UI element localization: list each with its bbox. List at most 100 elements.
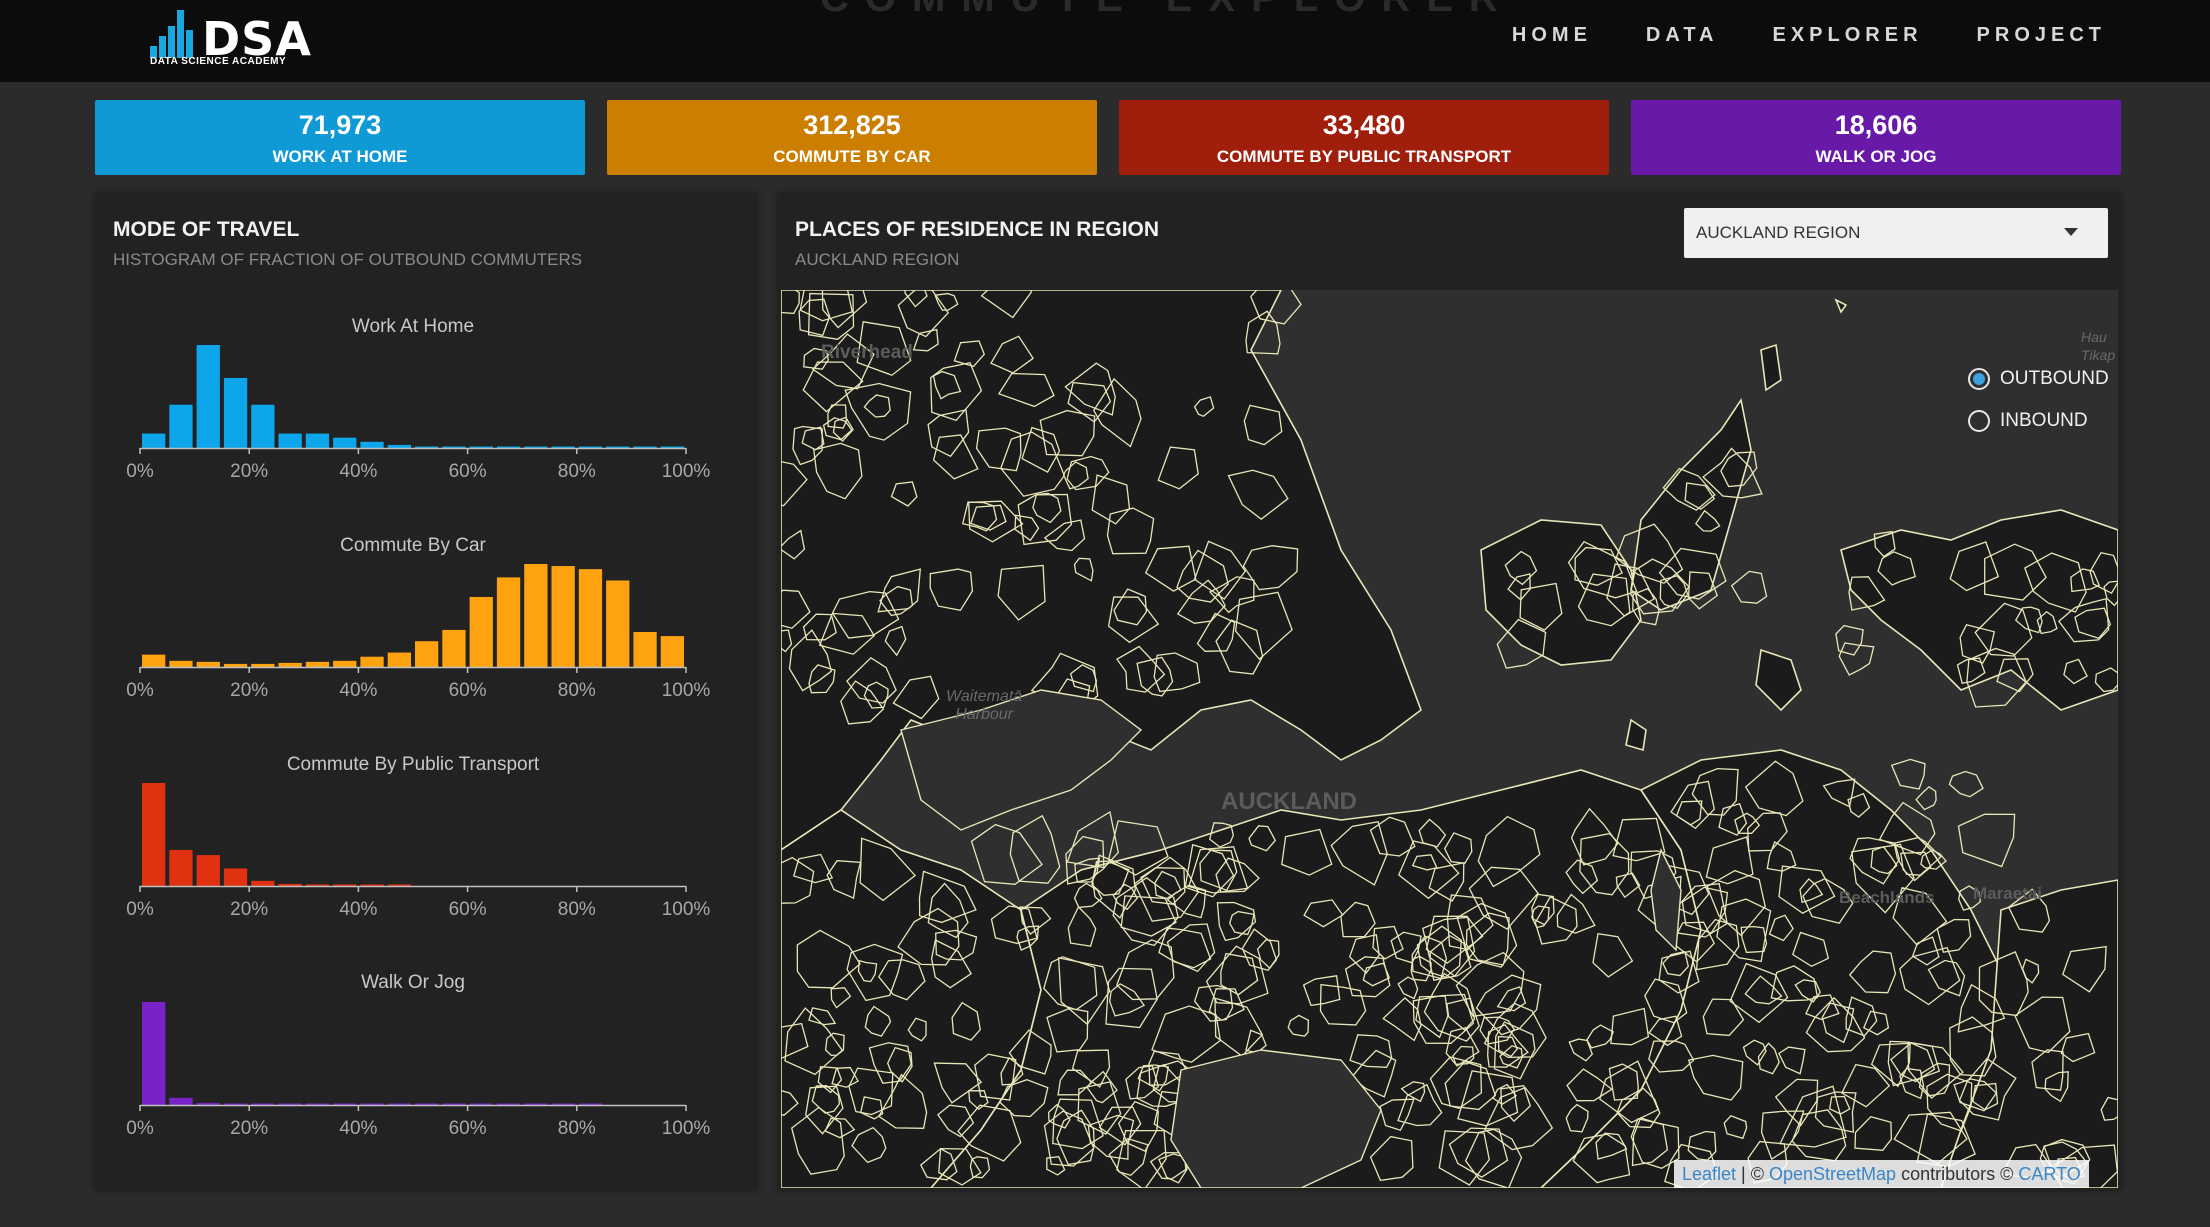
histogram-bar[interactable] <box>142 654 166 667</box>
x-tick-label: 0% <box>126 680 154 701</box>
histogram-bar[interactable] <box>196 345 220 448</box>
histogram-title: Walk Or Jog <box>361 972 465 993</box>
chevron-down-icon <box>2064 228 2078 236</box>
map-panel-subtitle: AUCKLAND REGION <box>795 250 960 269</box>
histogram-bar[interactable] <box>196 1102 220 1105</box>
suburb-polygon[interactable] <box>1838 642 1875 676</box>
histogram-bar[interactable] <box>660 636 684 667</box>
histogram-bar[interactable] <box>333 660 357 667</box>
x-tick-label: 20% <box>230 461 268 482</box>
suburb-polygon[interactable] <box>1890 758 1926 790</box>
histogram-bar[interactable] <box>169 1097 193 1105</box>
histogram-bar[interactable] <box>333 437 357 448</box>
region-select[interactable]: AUCKLAND REGION <box>1684 208 2108 258</box>
histogram-bar[interactable] <box>496 577 521 667</box>
histogram-bar[interactable] <box>360 656 384 667</box>
histogram-bar[interactable] <box>169 660 193 667</box>
histogram-bar[interactable] <box>415 641 439 667</box>
histogram-bar[interactable] <box>223 377 248 448</box>
region-select-value: AUCKLAND REGION <box>1696 223 1861 242</box>
small-island-3 <box>1760 343 1782 392</box>
map-label-auckland: AUCKLAND <box>1221 788 1357 815</box>
histogram-bar[interactable] <box>251 880 275 886</box>
histogram-bar[interactable] <box>278 433 302 448</box>
suburb-polygon[interactable] <box>1948 770 1984 798</box>
x-tick-label: 0% <box>126 461 154 482</box>
histogram-bar[interactable] <box>223 868 248 886</box>
region-map[interactable]: Riverhead Waitematā Harbour AUCKLAND Bea… <box>781 290 2118 1188</box>
leaflet-link[interactable]: Leaflet <box>1682 1164 1736 1185</box>
harbour-line-1: Waitematā <box>946 688 1023 705</box>
x-tick-label: 0% <box>126 1118 154 1139</box>
histogram-bar[interactable] <box>606 580 630 667</box>
histogram-bar[interactable] <box>305 661 330 667</box>
histogram-bar[interactable] <box>524 564 548 667</box>
x-tick-label: 100% <box>662 680 711 701</box>
radio-inbound[interactable]: INBOUND <box>1968 400 2109 442</box>
x-tick-label: 20% <box>230 899 268 920</box>
suburb-polygon[interactable] <box>1915 785 1937 811</box>
harbour-line-2: Harbour <box>955 706 1013 723</box>
histogram-bar[interactable] <box>142 1002 166 1105</box>
suburb-polygon[interactable] <box>970 823 1043 885</box>
histogram-bar[interactable] <box>251 404 275 448</box>
map-label-hau-text: Hau <box>2081 329 2107 345</box>
x-tick-label: 20% <box>230 1118 268 1139</box>
radio-inbound-label: INBOUND <box>2000 410 2088 431</box>
histogram-title: Work At Home <box>352 316 474 337</box>
radio-outbound[interactable]: OUTBOUND <box>1968 358 2109 400</box>
histogram-bar[interactable] <box>387 444 411 448</box>
carto-link[interactable]: CARTO <box>2018 1164 2080 1185</box>
radio-unchecked-icon <box>1968 410 1990 432</box>
direction-radio-group: OUTBOUND INBOUND <box>1968 358 2109 442</box>
small-island-2 <box>1625 718 1647 752</box>
map-attribution: Leaflet | © OpenStreetMap contributors ©… <box>1674 1160 2089 1188</box>
map-label-maraetai: Maraetai <box>1973 884 2042 903</box>
x-tick-label: 40% <box>339 680 377 701</box>
histogram-bar[interactable] <box>305 433 330 448</box>
histogram-bar[interactable] <box>142 783 166 886</box>
x-tick-label: 20% <box>230 680 268 701</box>
x-tick-label: 60% <box>449 899 487 920</box>
histogram-bar[interactable] <box>169 404 193 448</box>
histogram-bar[interactable] <box>387 652 411 667</box>
x-tick-label: 80% <box>558 899 596 920</box>
histogram-bar[interactable] <box>196 661 220 667</box>
histogram-bar[interactable] <box>578 569 603 667</box>
x-tick-label: 100% <box>662 899 711 920</box>
suburb-polygon[interactable] <box>1835 624 1864 656</box>
x-tick-label: 60% <box>449 680 487 701</box>
small-island-1 <box>1755 648 1802 712</box>
histogram-bar[interactable] <box>278 883 302 886</box>
histogram-bar[interactable] <box>223 663 248 667</box>
map-label-riverhead: Riverhead <box>821 342 913 363</box>
attribution-contributors: contributors © <box>1901 1163 2014 1184</box>
histogram-bar[interactable] <box>633 631 657 667</box>
suburb-polygon[interactable] <box>1957 813 2016 868</box>
histogram-bar[interactable] <box>142 433 166 448</box>
radio-checked-icon <box>1968 368 1990 390</box>
histogram-bar[interactable] <box>469 596 493 667</box>
x-tick-label: 60% <box>449 1118 487 1139</box>
map-label-harbour: Waitematā Harbour <box>946 688 1022 724</box>
radio-outbound-label: OUTBOUND <box>2000 368 2109 389</box>
histogram-bar[interactable] <box>196 855 220 886</box>
x-tick-label: 40% <box>339 899 377 920</box>
attribution-sep: | © <box>1741 1163 1764 1184</box>
x-tick-label: 40% <box>339 1118 377 1139</box>
histogram-bar[interactable] <box>169 849 193 886</box>
histogram-bar[interactable] <box>551 566 575 667</box>
suburb-polygon[interactable] <box>1009 814 1061 884</box>
histogram-bar[interactable] <box>278 662 302 667</box>
histogram-title: Commute By Public Transport <box>287 754 540 775</box>
osm-link[interactable]: OpenStreetMap <box>1769 1164 1896 1185</box>
map-label-beachlands: Beachlands <box>1839 888 1935 907</box>
small-island-4 <box>1834 298 1848 314</box>
histogram-bar[interactable] <box>251 663 275 667</box>
x-tick-label: 80% <box>558 461 596 482</box>
waiheke-island <box>1480 519 1642 666</box>
histogram-bar[interactable] <box>442 629 466 667</box>
histogram-title: Commute By Car <box>340 535 486 556</box>
suburb-polygon[interactable] <box>1730 570 1768 604</box>
histogram-bar[interactable] <box>360 441 384 448</box>
